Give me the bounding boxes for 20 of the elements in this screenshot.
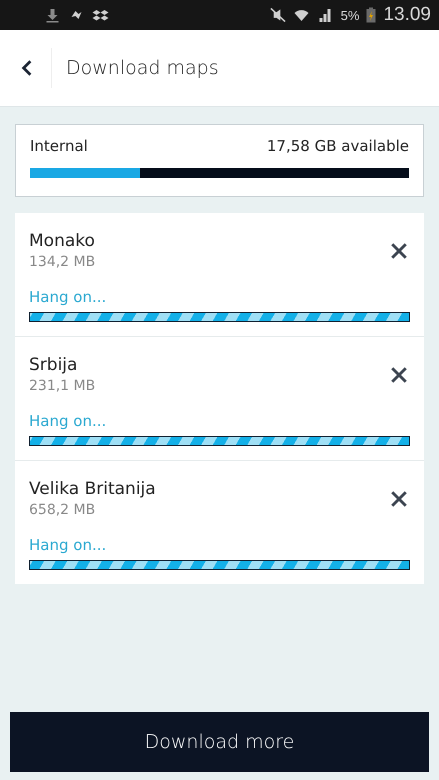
download-status: Hang on... xyxy=(29,288,106,306)
download-status: Hang on... xyxy=(29,412,106,430)
mute-icon xyxy=(268,7,286,23)
clock-time: 13.09 xyxy=(383,4,431,26)
battery-percent: 5% xyxy=(340,8,360,22)
storage-label: Internal xyxy=(30,137,88,155)
map-size: 658,2 MB xyxy=(29,502,96,518)
map-name: Velika Britanija xyxy=(29,479,156,499)
download-icon xyxy=(44,7,61,23)
map-size: 134,2 MB xyxy=(29,254,96,270)
map-name: Monako xyxy=(29,231,96,251)
map-size: 231,1 MB xyxy=(29,378,96,394)
back-icon xyxy=(21,59,33,77)
download-status: Hang on... xyxy=(29,536,106,554)
wifi-icon xyxy=(292,7,310,23)
page-title: Download maps xyxy=(66,57,219,79)
download-more-button[interactable]: Download more xyxy=(10,712,429,772)
battery-icon xyxy=(366,7,376,23)
map-name: Srbija xyxy=(29,355,78,375)
storage-available: 17,58 GB available xyxy=(266,137,409,155)
